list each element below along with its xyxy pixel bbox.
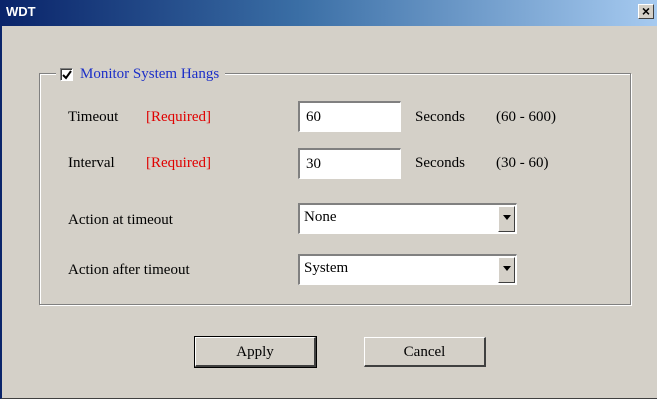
timeout-required-label: [Required] bbox=[146, 109, 211, 125]
action-after-timeout-label: Action after timeout bbox=[68, 262, 190, 278]
chevron-down-icon bbox=[503, 215, 511, 220]
timeout-unit-label: Seconds bbox=[415, 109, 465, 125]
cancel-button[interactable]: Cancel bbox=[364, 337, 486, 367]
close-button[interactable]: × bbox=[638, 4, 654, 19]
checkmark-icon bbox=[62, 69, 72, 80]
monitor-system-hangs-checkbox[interactable] bbox=[60, 67, 73, 81]
interval-range-label: (30 - 60) bbox=[496, 155, 549, 171]
action-after-timeout-value: System bbox=[304, 260, 349, 276]
interval-label: Interval bbox=[68, 155, 115, 171]
chevron-down-icon bbox=[503, 266, 511, 271]
action-at-timeout-label: Action at timeout bbox=[68, 212, 173, 228]
apply-button[interactable]: Apply bbox=[194, 336, 317, 368]
window-title: WDT bbox=[6, 4, 36, 19]
interval-input[interactable] bbox=[298, 148, 401, 179]
timeout-label: Timeout bbox=[68, 109, 119, 125]
wdt-dialog: WDT × Monitor System Hangs Timeout [Requ… bbox=[0, 0, 657, 399]
timeout-input[interactable] bbox=[298, 101, 401, 132]
interval-unit-label: Seconds bbox=[415, 155, 465, 171]
action-at-timeout-select[interactable]: None bbox=[298, 203, 517, 234]
action-after-timeout-dropdown-button[interactable] bbox=[498, 257, 515, 283]
action-after-timeout-select[interactable]: System bbox=[298, 254, 517, 285]
title-bar[interactable]: WDT × bbox=[2, 0, 657, 26]
monitor-group-legend: Monitor System Hangs bbox=[56, 64, 226, 84]
interval-required-label: [Required] bbox=[146, 155, 211, 171]
monitor-system-hangs-label[interactable]: Monitor System Hangs bbox=[80, 66, 219, 83]
action-at-timeout-value: None bbox=[304, 209, 337, 225]
timeout-range-label: (60 - 600) bbox=[496, 109, 556, 125]
action-at-timeout-dropdown-button[interactable] bbox=[498, 206, 515, 232]
close-icon: × bbox=[641, 3, 651, 19]
